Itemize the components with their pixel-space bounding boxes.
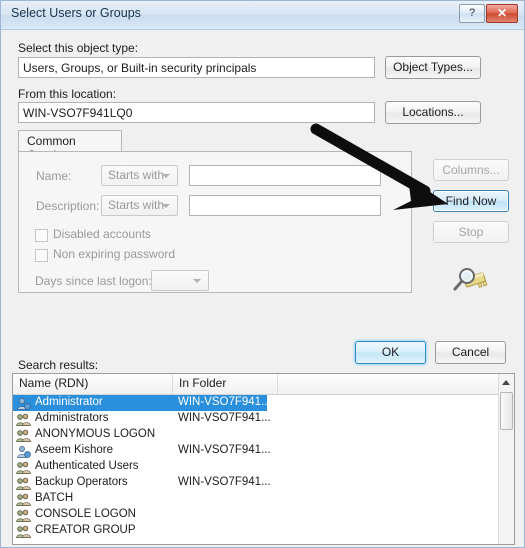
tab-common-queries[interactable]: Common Queries — [18, 130, 122, 162]
name-input[interactable] — [189, 165, 381, 186]
window-title: Select Users or Groups — [11, 6, 141, 20]
row-name: Administrators — [35, 412, 109, 424]
column-header-in-folder[interactable]: In Folder — [173, 374, 278, 394]
table-row[interactable]: Aseem Kishore WIN-VSO7F941... — [13, 443, 514, 459]
help-icon[interactable]: ? — [459, 4, 485, 23]
group-icon — [16, 509, 31, 522]
non-expiring-password-checkbox[interactable] — [35, 249, 48, 262]
column-header-name[interactable]: Name (RDN) — [13, 374, 173, 394]
columns-button[interactable]: Columns... — [433, 159, 509, 181]
locations-button[interactable]: Locations... — [385, 101, 481, 124]
group-icon — [16, 429, 31, 442]
ok-button[interactable]: OK — [355, 341, 426, 364]
close-icon[interactable]: ✕ — [486, 4, 518, 23]
non-expiring-password-label: Non expiring password — [53, 247, 176, 261]
row-name: BATCH — [35, 492, 74, 504]
object-type-field[interactable]: Users, Groups, or Built-in security prin… — [18, 57, 375, 78]
chevron-down-icon — [162, 174, 170, 178]
table-row[interactable]: Administrator WIN-VSO7F941... — [13, 395, 271, 411]
row-name: Backup Operators — [35, 476, 128, 488]
object-types-button[interactable]: Object Types... — [385, 56, 481, 79]
column-header-filler — [278, 374, 499, 394]
user-icon — [16, 445, 31, 458]
stop-button[interactable]: Stop — [433, 221, 509, 243]
disabled-accounts-checkbox[interactable] — [35, 229, 48, 242]
search-results-label: Search results: — [18, 358, 99, 372]
name-operator-select[interactable]: Starts with — [101, 165, 178, 186]
search-results-list[interactable]: Name (RDN) In Folder Administrator WIN-VS… — [12, 373, 515, 545]
row-name: Authenticated Users — [35, 460, 139, 472]
table-row[interactable]: CREATOR GROUP — [13, 523, 514, 539]
title-bar: Select Users or Groups ? ✕ — [1, 1, 524, 30]
row-in-folder: WIN-VSO7F941... — [178, 396, 271, 408]
days-since-last-logon-label: Days since last logon: — [35, 274, 152, 288]
group-icon — [16, 493, 31, 506]
cancel-button[interactable]: Cancel — [435, 341, 506, 364]
table-row[interactable]: ANONYMOUS LOGON — [13, 427, 514, 443]
description-operator-select[interactable]: Starts with — [101, 195, 178, 216]
scroll-up-icon[interactable] — [502, 380, 510, 385]
object-type-label: Select this object type: — [18, 41, 139, 55]
list-rows: Administrator WIN-VSO7F941... Administrato… — [13, 395, 514, 539]
name-label: Name: — [36, 169, 72, 183]
row-name: Administrator — [35, 396, 103, 408]
description-operator-value: Starts with — [108, 198, 165, 212]
row-name: Aseem Kishore — [35, 444, 113, 456]
select-users-or-groups-dialog: Select Users or Groups ? ✕ Select this o… — [0, 0, 525, 548]
find-now-button[interactable]: Find Now — [433, 190, 509, 212]
group-icon — [16, 525, 31, 538]
group-icon — [16, 461, 31, 474]
location-label: From this location: — [18, 87, 117, 101]
table-row[interactable]: Backup Operators WIN-VSO7F941... — [13, 475, 514, 491]
disabled-accounts-label: Disabled accounts — [53, 227, 152, 241]
user-icon — [16, 397, 31, 410]
list-header: Name (RDN) In Folder — [13, 374, 514, 395]
description-input[interactable] — [189, 195, 381, 216]
chevron-down-icon — [193, 279, 201, 283]
scrollbar-thumb[interactable] — [500, 392, 513, 430]
name-operator-value: Starts with — [108, 168, 165, 182]
row-name: CREATOR GROUP — [35, 524, 136, 536]
row-name: CONSOLE LOGON — [35, 508, 136, 520]
group-icon — [16, 477, 31, 490]
table-row[interactable]: Administrators WIN-VSO7F941... — [13, 411, 514, 427]
days-since-last-logon-select[interactable] — [151, 270, 209, 291]
row-in-folder: WIN-VSO7F941... — [178, 412, 271, 424]
row-in-folder: WIN-VSO7F941... — [178, 476, 271, 488]
location-field[interactable]: WIN-VSO7F941LQ0 — [18, 102, 375, 123]
chevron-down-icon — [162, 204, 170, 208]
description-label: Description: — [36, 199, 100, 213]
table-row[interactable]: CONSOLE LOGON — [13, 507, 514, 523]
table-row[interactable]: Authenticated Users — [13, 459, 514, 475]
row-in-folder: WIN-VSO7F941... — [178, 444, 271, 456]
vertical-scrollbar[interactable] — [498, 374, 514, 544]
magnifier-keys-icon — [453, 268, 488, 291]
group-icon — [16, 413, 31, 426]
table-row[interactable]: BATCH — [13, 491, 514, 507]
row-name: ANONYMOUS LOGON — [35, 428, 156, 440]
